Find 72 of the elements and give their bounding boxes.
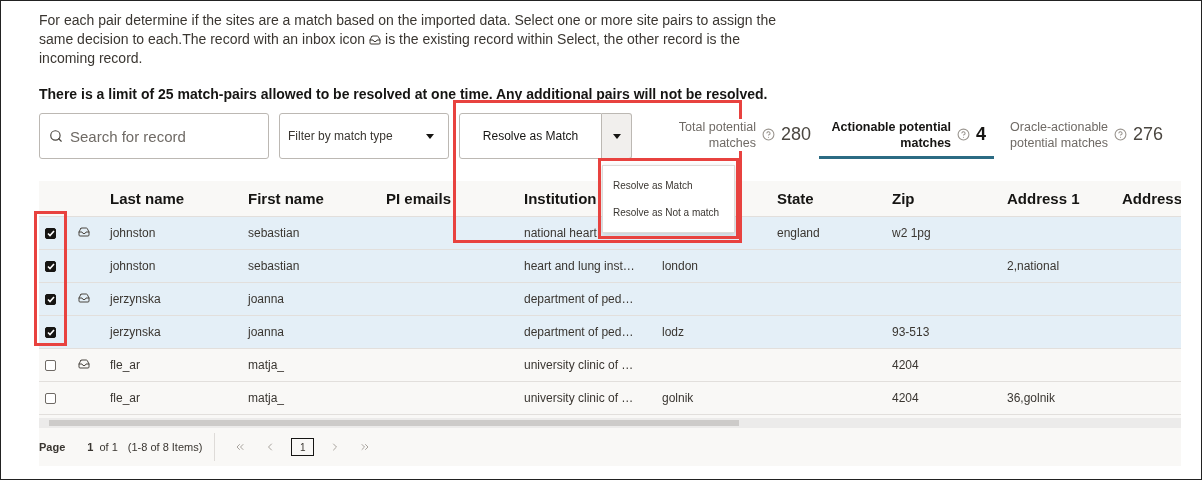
table-cell-text: w2 1pg — [891, 226, 932, 240]
table-cell-text: 36,golnik — [1006, 391, 1057, 405]
row-checkbox[interactable] — [45, 260, 56, 272]
resolve-button[interactable]: Resolve as Match — [459, 113, 602, 159]
menu-item[interactable]: Resolve as Not a match — [603, 199, 734, 226]
row-checkbox[interactable] — [45, 293, 56, 305]
table-cell-text: sebastian — [247, 226, 301, 240]
table-cell-text: england — [776, 226, 821, 240]
table-cell-text: golnik — [661, 391, 695, 405]
menu-item[interactable]: Resolve as Match — [603, 172, 734, 199]
table-cell-text: joanna — [246, 292, 286, 306]
row-checkbox[interactable] — [45, 392, 56, 404]
table-cell-text: fle_ar — [109, 391, 142, 405]
table-cell-text: london — [661, 259, 700, 273]
table-cell-text: johnston — [108, 226, 157, 240]
row-checkbox[interactable] — [45, 326, 56, 338]
row-checkbox[interactable] — [45, 359, 56, 371]
column-header: First name — [247, 190, 325, 207]
table-cell-text: heart and lung inst… — [523, 259, 636, 273]
table-cell-text: matja_ — [247, 358, 286, 372]
column-header: Institution — [523, 190, 598, 207]
table-cell-text: lodz — [661, 325, 685, 339]
column-header: Last name — [109, 190, 186, 207]
resolve-menu-toggle[interactable] — [602, 113, 632, 159]
table-cell-text: fle_ar — [109, 358, 142, 372]
stat-count: 280 — [781, 124, 812, 145]
horizontal-scrollbar[interactable] — [39, 418, 1181, 428]
instruction-text: For each pair determine if the sites are a match based on the imported data. Select one or more site pairs to assign the — [39, 11, 776, 30]
page-input[interactable]: 1 — [291, 438, 315, 456]
stat-tab[interactable]: Oracle-actionable potential matches 276 — [994, 113, 1172, 159]
stat-count: 276 — [1133, 124, 1164, 145]
help-icon[interactable] — [1114, 128, 1128, 141]
table-cell-text: johnston — [108, 259, 157, 273]
column-header: State — [776, 190, 815, 207]
instruction-text: is the existing record within Select, the other record is the — [385, 30, 740, 49]
current-page: 1 — [87, 441, 94, 453]
instruction-text: incoming record. — [39, 49, 143, 68]
table-cell-text: 93-513 — [891, 325, 931, 339]
table-cell-text: joanna — [246, 325, 286, 339]
caret-icon — [426, 133, 434, 139]
stat-tab[interactable]: Total potential matches 280 — [642, 113, 820, 159]
instruction-text: same decision to each.The record with an inbox icon — [39, 30, 366, 49]
table-cell-text: 2,national — [1006, 259, 1061, 273]
stat-tab[interactable]: Actionable potential matches 4 — [819, 113, 995, 159]
search-field[interactable]: Search for record — [39, 113, 269, 159]
table-cell-text: university clinic of … — [523, 358, 635, 372]
column-header: PI emails — [385, 190, 453, 207]
item-range: (1-8 of 8 Items) — [127, 441, 203, 453]
page-label: Page — [39, 441, 66, 453]
match-type-filter[interactable]: Filter by match type — [279, 113, 449, 159]
table-cell-text: 4204 — [891, 358, 920, 372]
table-cell-text: national heart — [523, 226, 598, 240]
page-total: of 1 — [99, 441, 118, 453]
first-page-icon[interactable] — [234, 441, 247, 453]
table-cell-text: matja_ — [247, 391, 286, 405]
table-cell-text: sebastian — [247, 259, 301, 273]
row-checkbox[interactable] — [45, 227, 56, 239]
table-cell-text: department of ped… — [523, 325, 635, 339]
table-cell-text: university clinic of … — [523, 391, 635, 405]
table-cell-text: jerzynska — [108, 292, 162, 306]
caret-icon — [612, 133, 621, 139]
help-icon[interactable] — [957, 128, 971, 141]
help-icon[interactable] — [762, 128, 775, 141]
table-cell-text: jerzynska — [108, 325, 162, 339]
search-icon — [49, 129, 63, 143]
inbox-icon — [369, 33, 382, 46]
stat-count: 4 — [976, 124, 987, 145]
column-header: Zip — [891, 190, 916, 207]
table-cell-text: 4204 — [891, 391, 920, 405]
table-cell-text: department of ped… — [523, 292, 635, 306]
column-header: Address 1 — [1006, 190, 1081, 207]
column-header: Address — [1121, 190, 1181, 207]
